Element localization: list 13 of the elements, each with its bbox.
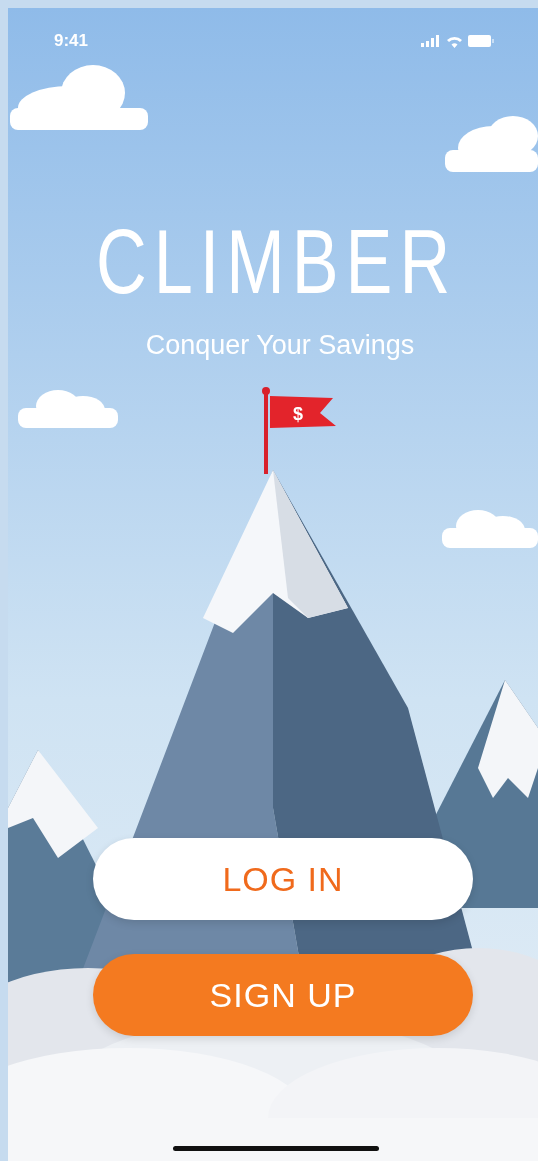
log-in-button[interactable]: LOG IN xyxy=(93,838,473,920)
cloud-icon xyxy=(442,510,538,548)
signal-icon xyxy=(421,35,441,47)
cloud-icon xyxy=(10,65,148,130)
dollar-sign: $ xyxy=(293,404,303,424)
status-time: 9:41 xyxy=(54,31,89,51)
cloud-icon xyxy=(445,116,538,172)
sign-up-button[interactable]: SIGN UP xyxy=(93,954,473,1036)
app-tagline: Conquer Your Savings xyxy=(144,329,415,362)
cloud-icon xyxy=(18,390,118,428)
app-title: CLIMBER xyxy=(94,212,458,312)
battery-icon xyxy=(468,35,494,47)
wifi-icon xyxy=(446,34,463,48)
